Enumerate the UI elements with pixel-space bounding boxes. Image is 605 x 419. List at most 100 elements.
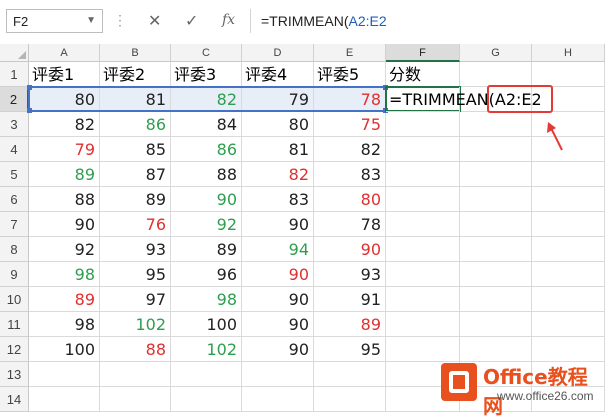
cell-b7[interactable]: 76 xyxy=(100,212,171,237)
cell-g4[interactable] xyxy=(460,137,532,162)
cell-b11[interactable]: 102 xyxy=(100,312,171,337)
cell-h1[interactable] xyxy=(532,62,605,87)
cell-c14[interactable] xyxy=(171,387,242,412)
cell-d11[interactable]: 90 xyxy=(242,312,314,337)
row-header-6[interactable]: 6 xyxy=(0,187,29,212)
cell-b3[interactable]: 86 xyxy=(100,112,171,137)
column-header-f[interactable]: F xyxy=(386,44,460,62)
cell-a4[interactable]: 79 xyxy=(29,137,100,162)
cell-c8[interactable]: 89 xyxy=(171,237,242,262)
column-header-c[interactable]: C xyxy=(171,44,242,62)
cell-f5[interactable] xyxy=(386,162,460,187)
cell-b8[interactable]: 93 xyxy=(100,237,171,262)
cell-g8[interactable] xyxy=(460,237,532,262)
row-header-13[interactable]: 13 xyxy=(0,362,29,387)
chevron-down-icon[interactable]: ▼ xyxy=(86,15,96,26)
cell-c6[interactable]: 90 xyxy=(171,187,242,212)
cell-f10[interactable] xyxy=(386,287,460,312)
cell-c4[interactable]: 86 xyxy=(171,137,242,162)
cell-c11[interactable]: 100 xyxy=(171,312,242,337)
column-header-b[interactable]: B xyxy=(100,44,171,62)
cell-f3[interactable] xyxy=(386,112,460,137)
cell-d9[interactable]: 90 xyxy=(242,262,314,287)
cell-d2[interactable]: 79 xyxy=(242,87,314,112)
row-header-10[interactable]: 10 xyxy=(0,287,29,312)
cell-a2[interactable]: 80 xyxy=(29,87,100,112)
select-all-corner[interactable] xyxy=(0,44,29,62)
cell-c2[interactable]: 82 xyxy=(171,87,242,112)
cell-c12[interactable]: 102 xyxy=(171,337,242,362)
cancel-icon[interactable]: ✕ xyxy=(148,11,161,31)
cell-a13[interactable] xyxy=(29,362,100,387)
cell-b6[interactable]: 89 xyxy=(100,187,171,212)
cell-a7[interactable]: 90 xyxy=(29,212,100,237)
cell-b4[interactable]: 85 xyxy=(100,137,171,162)
cell-a11[interactable]: 98 xyxy=(29,312,100,337)
cell-e9[interactable]: 93 xyxy=(314,262,386,287)
cell-f9[interactable] xyxy=(386,262,460,287)
cell-a5[interactable]: 89 xyxy=(29,162,100,187)
cell-h8[interactable] xyxy=(532,237,605,262)
cell-a14[interactable] xyxy=(29,387,100,412)
cell-e4[interactable]: 82 xyxy=(314,137,386,162)
cell-d6[interactable]: 83 xyxy=(242,187,314,212)
row-header-4[interactable]: 4 xyxy=(0,137,29,162)
cell-d12[interactable]: 90 xyxy=(242,337,314,362)
cell-h9[interactable] xyxy=(532,262,605,287)
cell-f2[interactable]: =TRIMMEAN(A2:E2 xyxy=(386,87,542,112)
row-header-12[interactable]: 12 xyxy=(0,337,29,362)
cell-a6[interactable]: 88 xyxy=(29,187,100,212)
row-header-5[interactable]: 5 xyxy=(0,162,29,187)
cell-a8[interactable]: 92 xyxy=(29,237,100,262)
insert-function-icon[interactable]: fx xyxy=(222,12,235,28)
cell-e2[interactable]: 78 xyxy=(314,87,386,112)
cell-e13[interactable] xyxy=(314,362,386,387)
cell-c5[interactable]: 88 xyxy=(171,162,242,187)
cell-g3[interactable] xyxy=(460,112,532,137)
cell-f7[interactable] xyxy=(386,212,460,237)
row-header-2[interactable]: 2 xyxy=(0,87,29,112)
cell-g10[interactable] xyxy=(460,287,532,312)
cell-f8[interactable] xyxy=(386,237,460,262)
cell-a1[interactable]: 评委1 xyxy=(29,62,100,87)
cell-b13[interactable] xyxy=(100,362,171,387)
cell-b2[interactable]: 81 xyxy=(100,87,171,112)
cell-f1[interactable]: 分数 xyxy=(386,62,460,87)
cell-f6[interactable] xyxy=(386,187,460,212)
cell-e14[interactable] xyxy=(314,387,386,412)
cell-d7[interactable]: 90 xyxy=(242,212,314,237)
cell-a12[interactable]: 100 xyxy=(29,337,100,362)
row-header-3[interactable]: 3 xyxy=(0,112,29,137)
cell-h7[interactable] xyxy=(532,212,605,237)
cell-b12[interactable]: 88 xyxy=(100,337,171,362)
cell-g7[interactable] xyxy=(460,212,532,237)
row-header-14[interactable]: 14 xyxy=(0,387,29,412)
row-header-8[interactable]: 8 xyxy=(0,237,29,262)
drag-handle-icon[interactable]: ⋮ xyxy=(113,12,127,29)
cell-d5[interactable]: 82 xyxy=(242,162,314,187)
cell-b1[interactable]: 评委2 xyxy=(100,62,171,87)
cell-b14[interactable] xyxy=(100,387,171,412)
cell-g9[interactable] xyxy=(460,262,532,287)
cell-f4[interactable] xyxy=(386,137,460,162)
cell-a10[interactable]: 89 xyxy=(29,287,100,312)
cell-d4[interactable]: 81 xyxy=(242,137,314,162)
cell-d14[interactable] xyxy=(242,387,314,412)
cell-d13[interactable] xyxy=(242,362,314,387)
column-header-h[interactable]: H xyxy=(532,44,605,62)
cell-c7[interactable]: 92 xyxy=(171,212,242,237)
column-header-g[interactable]: G xyxy=(460,44,532,62)
row-header-1[interactable]: 1 xyxy=(0,62,29,87)
cell-d8[interactable]: 94 xyxy=(242,237,314,262)
cell-a9[interactable]: 98 xyxy=(29,262,100,287)
cell-e5[interactable]: 83 xyxy=(314,162,386,187)
cell-g6[interactable] xyxy=(460,187,532,212)
cell-f11[interactable] xyxy=(386,312,460,337)
cell-g11[interactable] xyxy=(460,312,532,337)
cell-d10[interactable]: 90 xyxy=(242,287,314,312)
formula-input[interactable]: =TRIMMEAN(A2:E2 xyxy=(250,9,605,33)
cell-g1[interactable] xyxy=(460,62,532,87)
cell-h5[interactable] xyxy=(532,162,605,187)
cell-h2[interactable] xyxy=(532,87,605,112)
enter-icon[interactable]: ✓ xyxy=(185,11,198,31)
